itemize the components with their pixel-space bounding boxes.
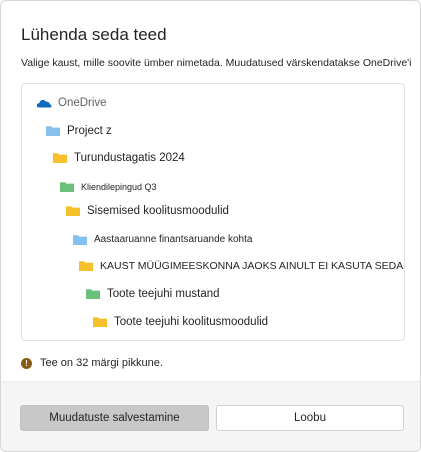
tree-item-label: Kliendilepingud Q3 [81,181,157,192]
warning-text: Tee on 32 märgi pikkune. [40,357,163,369]
tree-item-label: Turundustagatis 2024 [74,151,185,164]
dialog-footer: Muudatuste salvestamine Loobu [1,381,420,451]
folder-icon [66,206,80,216]
tree-item-label: Toote teejuhi mustand [107,287,220,300]
path-length-warning: ! Tee on 32 märgi pikkune. [21,357,163,369]
tree-item-label: Aastaaruanne finantsaruande kohta [94,234,253,245]
warning-icon: ! [21,357,32,369]
tree-item-folder[interactable]: Kliendilepingud Q3 [59,180,157,193]
tree-item-folder[interactable]: Toote teejuhi koolitusmoodulid [92,315,268,328]
save-changes-button[interactable]: Muudatuste salvestamine [20,405,209,431]
tree-item-folder[interactable]: Turundustagatis 2024 [52,151,185,164]
cancel-button[interactable]: Loobu [216,405,404,431]
tree-item-label: KAUST MÜÜGIMEESKONNA JAOKS AINULT EI KAS… [100,259,404,272]
onedrive-cloud-icon [36,99,52,108]
folder-icon [79,261,93,271]
dialog-subtitle: Valige kaust, mille soovite ümber nimeta… [21,57,411,69]
folder-icon [60,182,74,192]
tree-item-folder[interactable]: KAUST MÜÜGIMEESKONNA JAOKS AINULT EI KAS… [78,259,403,272]
tree-item-label: Project z [67,124,112,137]
tree-item-folder[interactable]: Toote teejuhi mustand [85,287,220,300]
tree-item-label: Toote teejuhi koolitusmoodulid [114,315,269,328]
folder-icon [86,289,100,299]
dialog-title: Lühenda seda teed [21,25,167,44]
tree-item-label: Sisemised koolitusmoodulid [87,204,229,217]
folder-icon [53,153,67,163]
tree-root-label: OneDrive [58,96,107,109]
folder-tree: OneDrive Project z Turundustagatis 2024 … [21,83,405,341]
folder-icon [93,317,107,327]
tree-item-folder[interactable]: Sisemised koolitusmoodulid [65,204,229,217]
tree-root-onedrive[interactable]: OneDrive [36,96,107,109]
tree-item-folder[interactable]: Project z [45,124,112,137]
shorten-path-dialog: Lühenda seda teed Valige kaust, mille so… [0,0,421,452]
folder-icon [73,235,87,245]
tree-item-folder[interactable]: Aastaaruanne finantsaruande kohta [72,233,252,246]
folder-icon [46,126,60,136]
